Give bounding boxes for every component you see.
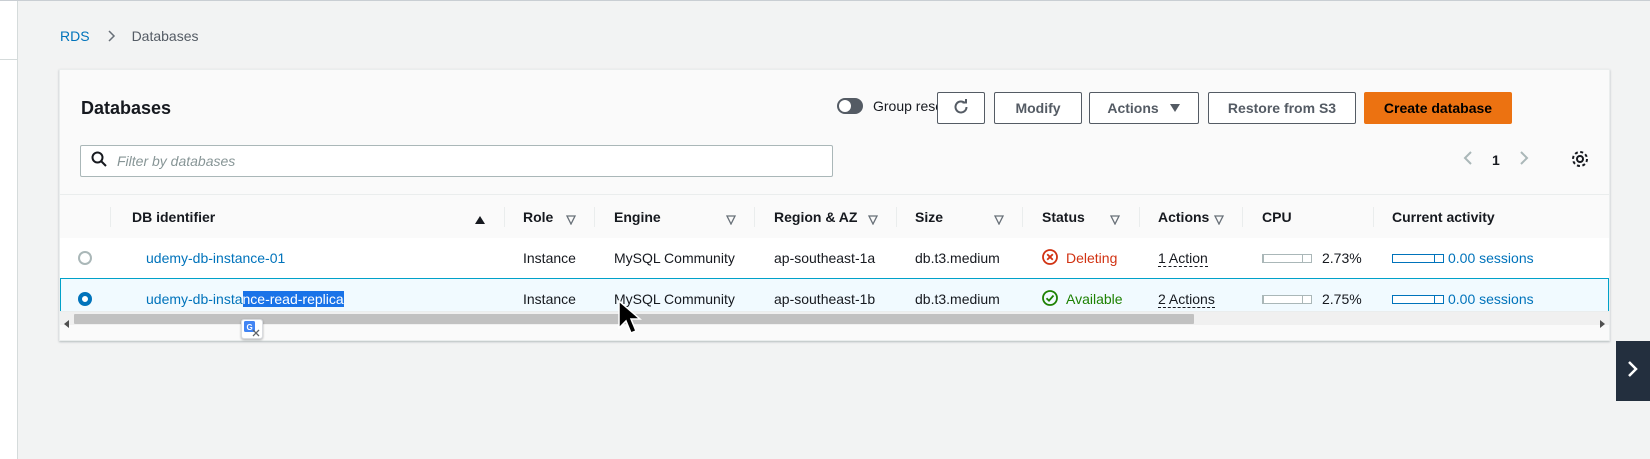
chevron-right-icon — [1626, 359, 1640, 384]
table-row[interactable]: udemy-db-instance-01 Instance MySQL Comm… — [60, 238, 1609, 279]
cpu-cell: 2.73% — [1262, 238, 1362, 278]
actions-dropdown-button[interactable]: Actions — [1089, 92, 1199, 124]
filter-databases-input[interactable] — [117, 153, 817, 169]
column-db-identifier[interactable]: DB identifier — [132, 195, 215, 239]
restore-from-s3-button[interactable]: Restore from S3 — [1208, 92, 1356, 124]
scroll-right-arrow-icon[interactable] — [1598, 315, 1606, 328]
breadcrumb-current: Databases — [131, 28, 199, 44]
databases-panel: Databases Group resources Modify Actions… — [59, 69, 1610, 341]
actions-link[interactable]: 1 Action — [1158, 238, 1208, 278]
sessions-bar — [1392, 294, 1444, 304]
mouse-pointer-icon — [618, 299, 643, 341]
left-nav-gutter[interactable] — [0, 1, 18, 459]
toggle-switch[interactable] — [837, 98, 863, 114]
caret-down-icon — [1169, 100, 1181, 116]
sort-descending-icon[interactable] — [867, 212, 879, 226]
column-cpu[interactable]: CPU — [1262, 195, 1292, 239]
column-region-az[interactable]: Region & AZ — [774, 195, 857, 239]
translate-icon[interactable]: G — [241, 319, 263, 339]
column-engine[interactable]: Engine — [614, 195, 661, 239]
sort-descending-icon[interactable] — [1213, 212, 1225, 226]
pagination: 1 — [1462, 150, 1530, 169]
error-circle-icon — [1042, 248, 1058, 268]
gear-icon[interactable] — [1571, 150, 1589, 173]
sort-descending-icon[interactable] — [993, 212, 1005, 226]
column-current-activity[interactable]: Current activity — [1392, 195, 1495, 239]
column-role[interactable]: Role — [523, 195, 553, 239]
sort-descending-icon[interactable] — [1109, 212, 1121, 226]
scroll-left-arrow-icon[interactable] — [63, 315, 71, 328]
cpu-bar — [1262, 253, 1312, 263]
chevron-left-icon[interactable] — [1462, 150, 1474, 169]
filter-box[interactable] — [80, 145, 833, 177]
engine-cell: MySQL Community — [614, 250, 735, 266]
column-actions[interactable]: Actions — [1158, 195, 1209, 239]
panel-title: Databases — [81, 98, 172, 118]
horizontal-scrollbar[interactable] — [60, 311, 1609, 328]
current-activity-cell[interactable]: 0.00 sessions — [1392, 238, 1534, 278]
modify-button[interactable]: Modify — [994, 92, 1082, 124]
search-icon — [91, 151, 107, 172]
refresh-button[interactable] — [937, 92, 985, 124]
svg-text:G: G — [247, 323, 253, 332]
actions-button-label: Actions — [1107, 100, 1159, 116]
selected-text-highlight: nce-read-replica — [242, 291, 344, 307]
create-database-button[interactable]: Create database — [1364, 92, 1512, 124]
cpu-bar — [1262, 294, 1312, 304]
top-border — [0, 0, 1650, 1]
sort-descending-icon[interactable] — [725, 212, 737, 226]
table-header: DB identifier Role Engine Region & AZ Si… — [60, 194, 1609, 239]
sort-descending-icon[interactable] — [565, 212, 577, 226]
region-cell: ap-southeast-1a — [774, 250, 876, 266]
chevron-right-icon[interactable] — [1518, 150, 1530, 169]
column-size[interactable]: Size — [915, 195, 943, 239]
size-cell: db.t3.medium — [915, 250, 1000, 266]
row-radio[interactable] — [78, 238, 92, 278]
sort-ascending-icon[interactable] — [475, 212, 485, 224]
role-cell: Instance — [523, 250, 576, 266]
check-circle-icon — [1042, 289, 1058, 309]
status-badge: Deleting — [1042, 238, 1117, 278]
sessions-bar — [1392, 253, 1444, 263]
chevron-right-icon — [104, 29, 118, 43]
side-panel-toggle[interactable] — [1616, 341, 1650, 401]
breadcrumb: RDS Databases — [60, 28, 199, 44]
page-number[interactable]: 1 — [1492, 152, 1500, 168]
db-identifier-link[interactable]: udemy-db-instance-01 — [146, 238, 285, 278]
breadcrumb-rds-link[interactable]: RDS — [60, 28, 90, 44]
refresh-icon — [952, 98, 970, 119]
column-status[interactable]: Status — [1042, 195, 1085, 239]
